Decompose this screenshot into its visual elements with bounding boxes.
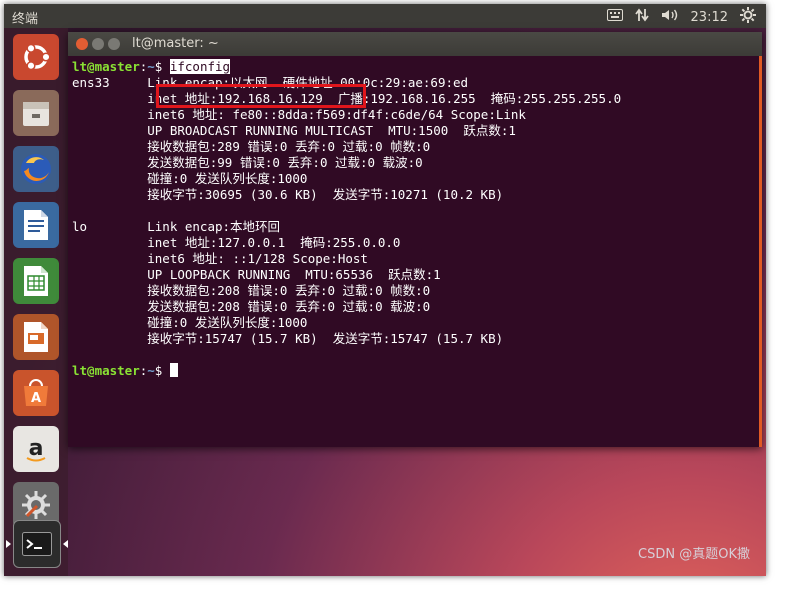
output-line: inet6 地址: ::1/128 Scope:Host (72, 251, 368, 266)
network-arrows-icon[interactable] (634, 8, 649, 26)
ubuntu-dash-icon[interactable] (13, 34, 59, 80)
output-line: UP LOOPBACK RUNNING MTU:65536 跃点数:1 (72, 267, 441, 282)
output-line: UP BROADCAST RUNNING MULTICAST MTU:1500 … (72, 123, 516, 138)
output-line: lo Link encap:本地环回 (72, 219, 281, 234)
clock[interactable]: 23:12 (691, 10, 728, 25)
scrollbar[interactable] (759, 56, 762, 447)
amazon-icon[interactable]: a (13, 426, 59, 472)
entered-command: ifconfig (169, 59, 231, 74)
volume-icon[interactable] (661, 8, 679, 26)
desktop: 终端 23:12 A a lt@master: ~ lt@master:~$ i… (4, 4, 766, 576)
software-center-icon[interactable]: A (13, 370, 59, 416)
terminal-window[interactable]: lt@master: ~ lt@master:~$ ifconfig ens33… (68, 32, 762, 447)
firefox-icon[interactable] (13, 146, 59, 192)
current-prompt-line[interactable]: lt@master:~$ (72, 363, 762, 379)
output-line: inet6 地址: fe80::8dda:f569:df4f:c6de/64 S… (72, 107, 526, 122)
prompt-symbol: $ (154, 59, 170, 74)
watermark: CSDN @真题OK撒 (638, 547, 750, 562)
output-line: 接收数据包:289 错误:0 丢弃:0 过载:0 帧数:0 (72, 139, 431, 154)
keyboard-icon[interactable] (606, 9, 623, 25)
output-line: 接收字节:15747 (15.7 KB) 发送字节:15747 (15.7 KB… (72, 331, 504, 346)
minimize-button[interactable] (92, 38, 104, 50)
command-line: lt@master:~$ ifconfig (72, 59, 762, 75)
top-panel: 终端 23:12 (4, 4, 766, 28)
libreoffice-calc-icon[interactable] (13, 258, 59, 304)
svg-text:A: A (31, 391, 41, 406)
launcher: A a (4, 28, 68, 576)
terminal-output[interactable]: lt@master:~$ ifconfig ens33 Link encap:以… (68, 56, 762, 447)
prompt-path: ~ (147, 59, 155, 74)
svg-text:a: a (29, 436, 44, 461)
window-title: lt@master: ~ (132, 36, 219, 51)
libreoffice-impress-icon[interactable] (13, 314, 59, 360)
close-button[interactable] (76, 38, 88, 50)
prompt-user: lt@master (72, 59, 140, 74)
indicator-area: 23:12 (606, 7, 756, 27)
ip-address-highlight-box (156, 84, 366, 108)
output-line: 接收数据包:208 错误:0 丢弃:0 过载:0 帧数:0 (72, 283, 431, 298)
output-line: 碰撞:0 发送队列长度:1000 (72, 315, 308, 330)
output-line: 发送数据包:99 错误:0 丢弃:0 过载:0 载波:0 (72, 155, 423, 170)
output-line: 碰撞:0 发送队列长度:1000 (72, 171, 308, 186)
prompt-path: ~ (147, 363, 155, 378)
prompt-user: lt@master (72, 363, 140, 378)
prompt-symbol: $ (154, 363, 170, 378)
output-line: 发送数据包:208 错误:0 丢弃:0 过载:0 载波:0 (72, 299, 431, 314)
maximize-button[interactable] (108, 38, 120, 50)
terminal-icon[interactable] (6, 520, 68, 568)
window-titlebar[interactable]: lt@master: ~ (68, 32, 762, 56)
output-line: inet 地址:127.0.0.1 掩码:255.0.0.0 (72, 235, 401, 250)
libreoffice-writer-icon[interactable] (13, 202, 59, 248)
output-line: 接收字节:30695 (30.6 KB) 发送字节:10271 (10.2 KB… (72, 187, 504, 202)
power-gear-icon[interactable] (740, 7, 756, 27)
text-cursor (169, 363, 178, 377)
active-app-name: 终端 (12, 12, 39, 27)
files-icon[interactable] (13, 90, 59, 136)
